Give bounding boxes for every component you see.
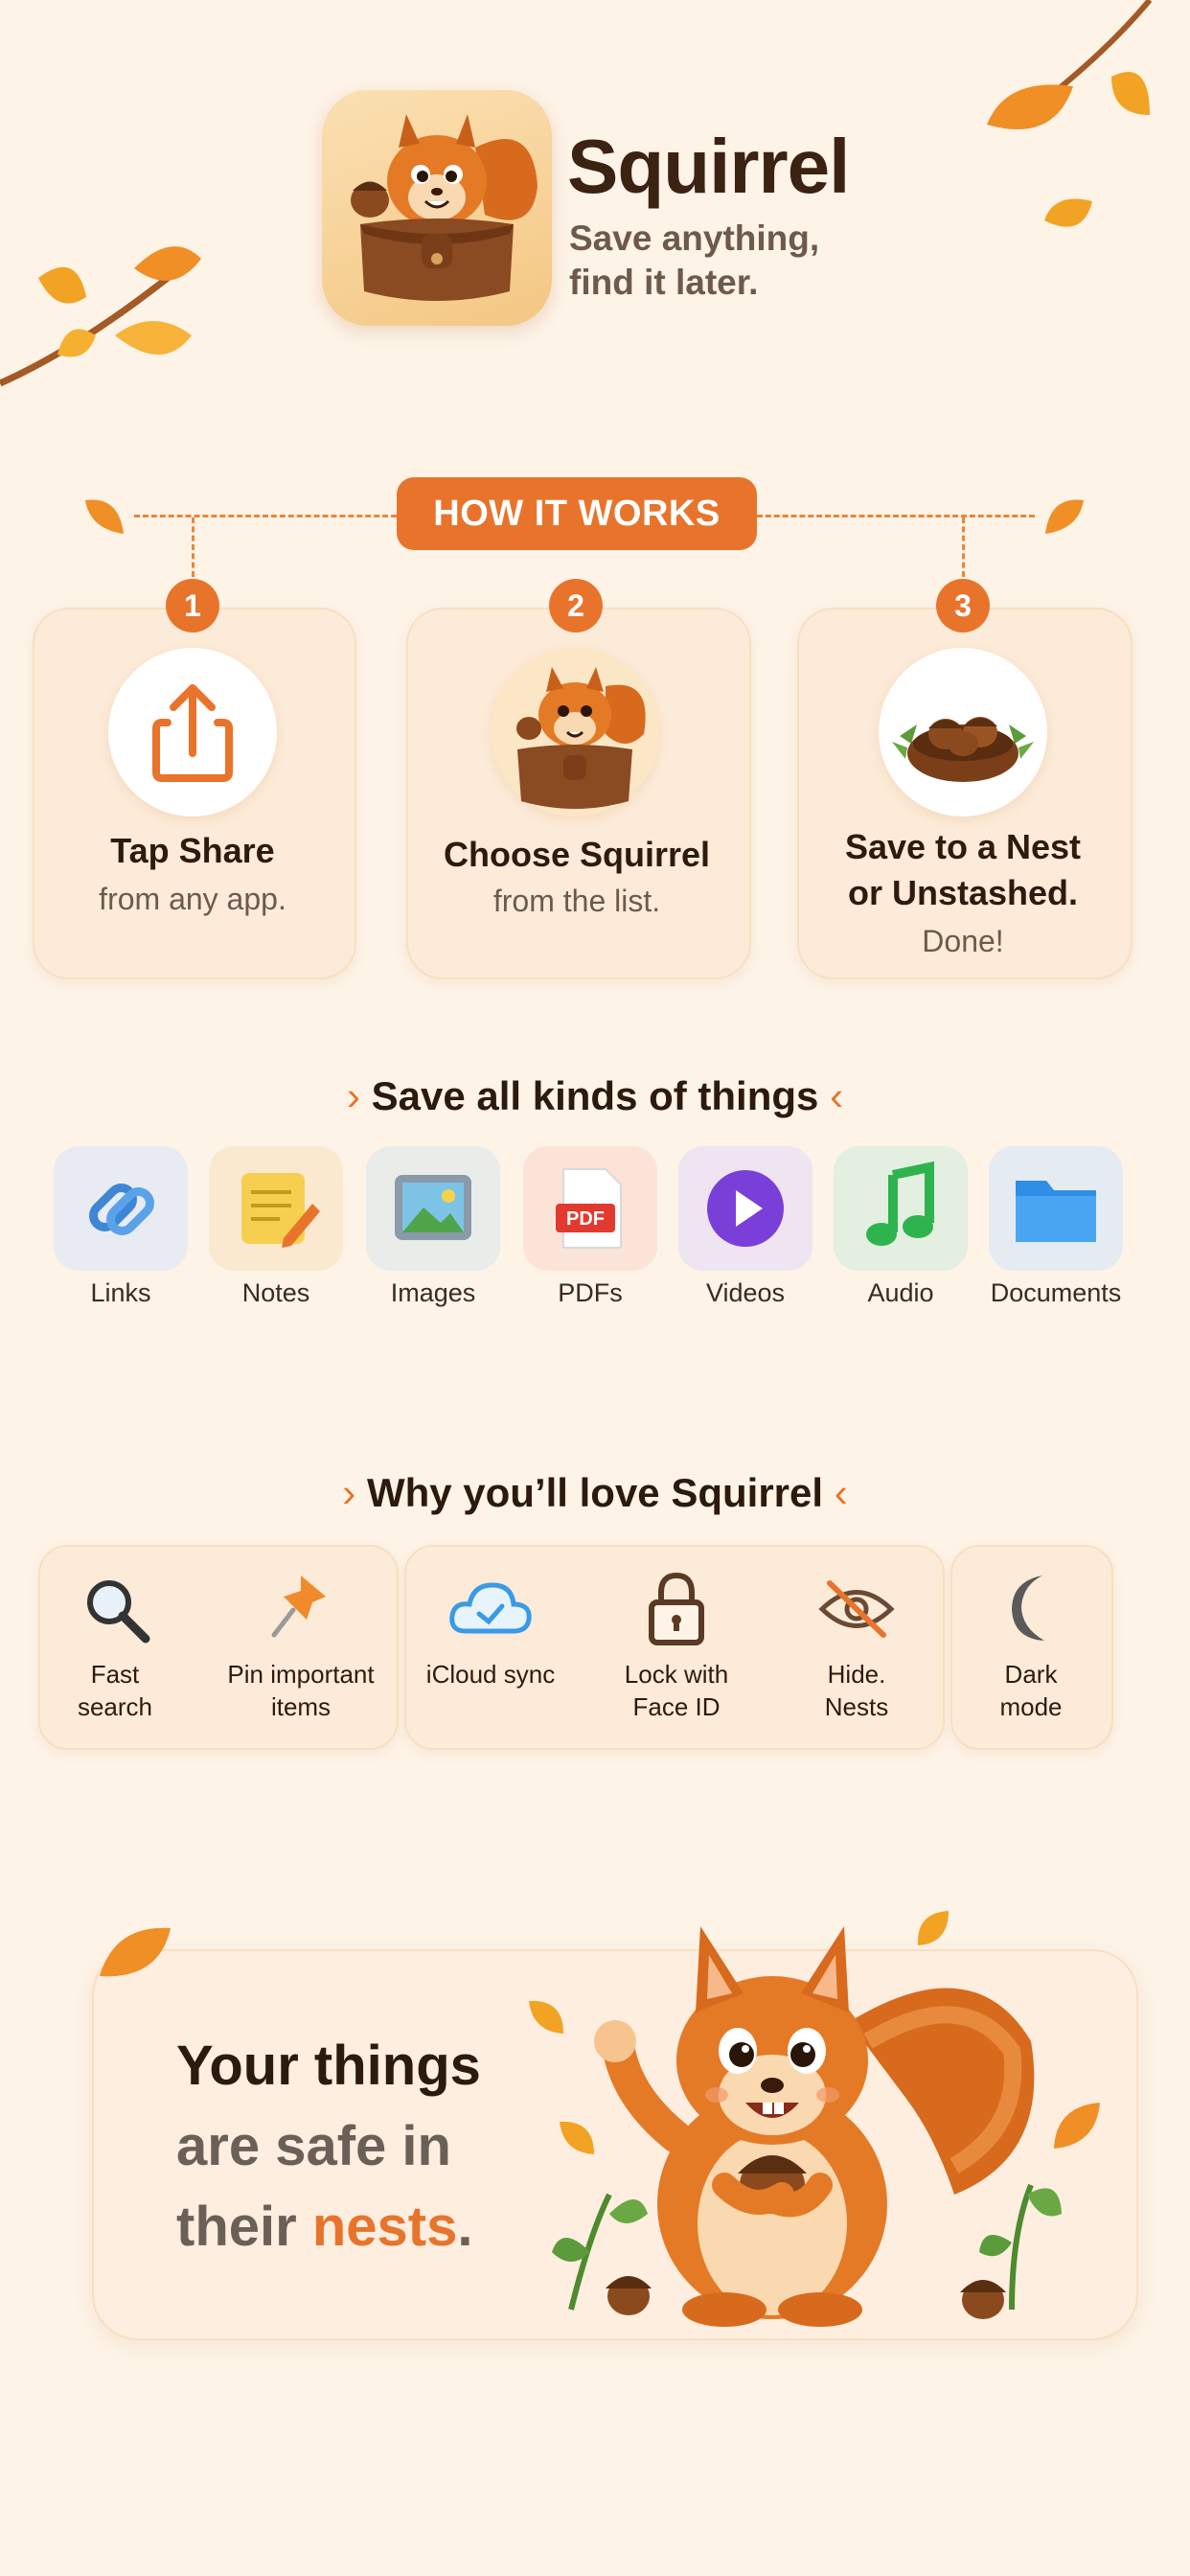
- magnifier-icon: [87, 1580, 150, 1644]
- app-icon: [322, 90, 552, 326]
- type-tile-documents[interactable]: [989, 1146, 1123, 1271]
- step-title-line-1: Save to a Nest: [844, 827, 1082, 866]
- app-tagline: Save anything, find it later.: [569, 217, 857, 305]
- banner-line-3-suffix: .: [457, 2196, 473, 2258]
- type-label: Images: [390, 1278, 476, 1307]
- spark-icon: ‹: [830, 1073, 844, 1118]
- feature-label: Hide. Nests: [776, 1658, 937, 1723]
- step-connector: [192, 518, 195, 577]
- type-label: Audio: [867, 1278, 934, 1307]
- banner-line-1: Your things: [176, 2035, 481, 2097]
- step-title: Choose Squirrel: [443, 835, 711, 874]
- svg-text:PDF: PDF: [566, 1208, 605, 1230]
- banner-line-3: their nests.: [176, 2187, 481, 2267]
- type-label: Documents: [990, 1278, 1122, 1307]
- content-types-heading: › Save all kinds of things ‹: [0, 1073, 1190, 1119]
- squirrel-icon-circle: [491, 648, 659, 816]
- note-icon: [241, 1173, 320, 1248]
- how-it-works-heading: HOW IT WORKS: [397, 477, 757, 550]
- step-subtitle: Done!: [922, 924, 1004, 958]
- step-subtitle: from any app.: [99, 882, 286, 916]
- share-icon: [152, 684, 233, 782]
- divider-dashed-right: [757, 515, 1035, 518]
- tagline-line-2: find it later.: [569, 263, 759, 302]
- feature-label-line-2: Nests: [824, 1692, 889, 1721]
- spark-icon: ›: [346, 1073, 360, 1118]
- step-number-badge: 1: [166, 579, 219, 632]
- features-heading: › Why you’ll love Squirrel ‹: [0, 1470, 1190, 1516]
- feature-label-line-1: Lock with: [624, 1660, 729, 1689]
- type-label: PDFs: [558, 1278, 623, 1307]
- cloud-icon: [449, 1582, 532, 1634]
- pin-icon: [271, 1576, 326, 1638]
- leaf-branch-left-decoration: [0, 246, 201, 387]
- leaf-icon: [100, 1927, 171, 1977]
- leaf-icon: [1045, 499, 1084, 534]
- step-number-badge: 2: [549, 579, 603, 632]
- feature-label-line-1: iCloud sync: [425, 1660, 556, 1689]
- nest-icon-circle: [879, 648, 1047, 816]
- type-label: Links: [90, 1278, 151, 1307]
- eye-off-icon: [818, 1580, 895, 1638]
- lock-icon: [649, 1572, 704, 1645]
- step-title-line-2: or Unstashed.: [847, 873, 1079, 912]
- spark-icon: ›: [342, 1470, 356, 1515]
- leaf-branch-right-decoration: [987, 0, 1153, 227]
- link-icon: [89, 1184, 154, 1235]
- folder-icon: [1016, 1181, 1096, 1242]
- feature-label: iCloud sync: [408, 1658, 573, 1690]
- squirrel-icon: [351, 114, 538, 301]
- banner-line-3-prefix: their: [176, 2196, 312, 2258]
- spark-icon: ‹: [834, 1470, 848, 1515]
- pdf-icon: PDF: [556, 1168, 622, 1249]
- feature-label: Pin important items: [205, 1658, 397, 1723]
- feature-label-line-2: items: [270, 1692, 332, 1721]
- squirrel-mascot-illustration: [552, 1926, 1062, 2327]
- step-title: Save to a Nest or Unstashed.: [797, 824, 1129, 916]
- feature-label-line-1: Fast: [90, 1660, 140, 1689]
- nest-icon: [892, 717, 1034, 782]
- banner-headline: Your things are safe in their nests.: [176, 2026, 481, 2267]
- feature-label: Fast search: [46, 1658, 184, 1723]
- tagline-line-1: Save anything,: [569, 218, 820, 258]
- feature-label: Dark mode: [954, 1658, 1108, 1723]
- feature-label-line-1: Dark: [1004, 1660, 1058, 1689]
- moon-icon: [1012, 1576, 1044, 1641]
- type-tile-notes[interactable]: [209, 1146, 343, 1271]
- type-label: Notes: [241, 1278, 310, 1307]
- feature-label-line-2: mode: [999, 1692, 1063, 1721]
- image-icon: [395, 1175, 471, 1240]
- squirrel-icon: [516, 667, 646, 809]
- step-title: Tap Share: [110, 831, 275, 870]
- app-title: Squirrel: [567, 124, 850, 209]
- step-number-badge: 3: [936, 579, 990, 632]
- banner-line-2: are safe in: [176, 2115, 451, 2177]
- leaf-icon: [85, 499, 124, 534]
- feature-label-line-2: search: [77, 1692, 153, 1721]
- banner-accent-word: nests: [311, 2196, 458, 2258]
- type-tile-links[interactable]: [54, 1146, 188, 1271]
- play-icon: [707, 1170, 784, 1247]
- music-note-icon: [866, 1161, 934, 1246]
- type-tile-images[interactable]: [366, 1146, 500, 1271]
- type-tile-videos[interactable]: [678, 1146, 812, 1271]
- divider-dashed-left: [134, 515, 397, 518]
- type-tile-audio[interactable]: [834, 1146, 968, 1271]
- type-tile-pdfs[interactable]: PDF: [523, 1146, 657, 1271]
- feature-label-line-1: Hide.: [827, 1660, 886, 1689]
- step-subtitle: from the list.: [492, 884, 661, 918]
- type-label: Videos: [705, 1278, 786, 1307]
- content-types-heading-text: Save all kinds of things: [371, 1073, 819, 1118]
- features-heading-text: Why you’ll love Squirrel: [366, 1470, 824, 1515]
- feature-label: Lock with Face ID: [586, 1658, 767, 1723]
- share-icon-circle: [108, 648, 277, 816]
- feature-label-line-1: Pin important: [227, 1660, 375, 1689]
- feature-label-line-2: Face ID: [632, 1692, 721, 1721]
- step-connector: [962, 518, 965, 577]
